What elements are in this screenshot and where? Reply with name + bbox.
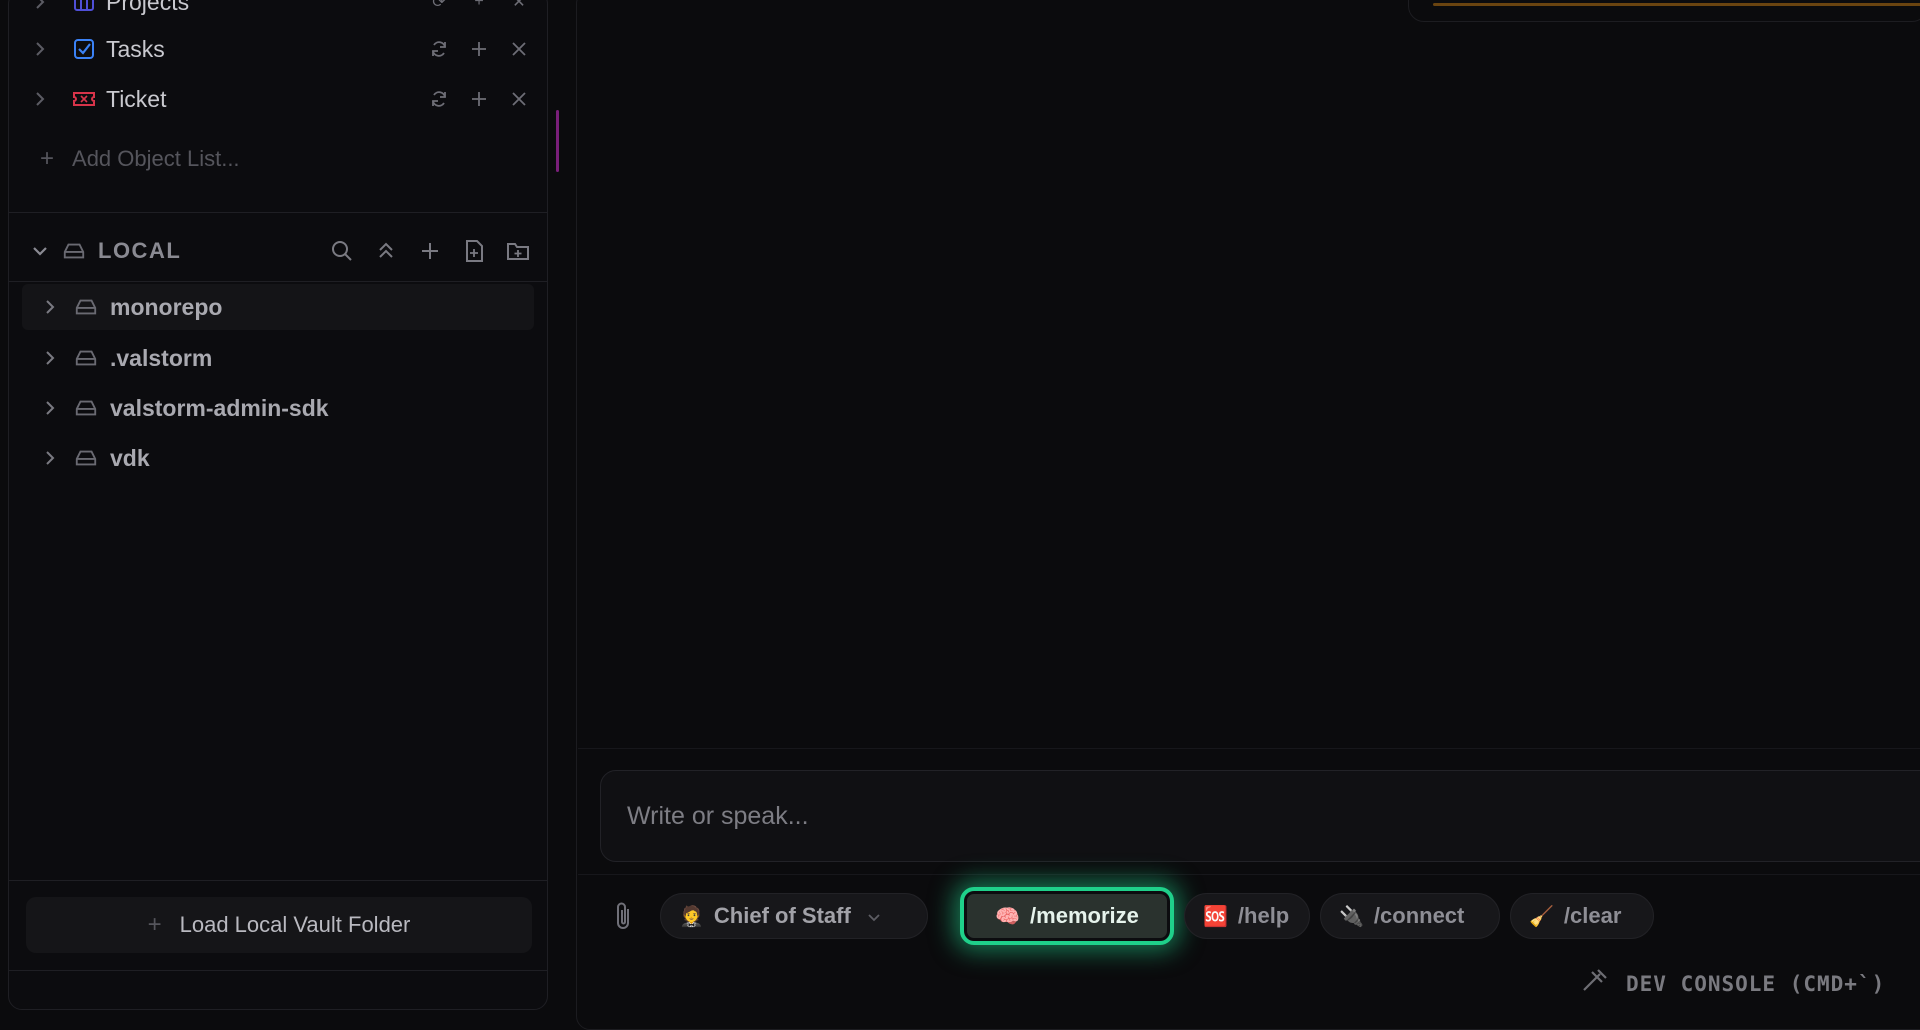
drive-icon (74, 346, 98, 370)
vault-folder-label: vdk (110, 444, 150, 471)
search-icon[interactable] (330, 239, 354, 263)
vault-folder-item[interactable]: monorepo (22, 284, 534, 330)
command-label: /help (1237, 903, 1290, 928)
divider (8, 880, 548, 881)
drive-icon (74, 396, 98, 420)
object-list-label: Tasks (106, 35, 165, 62)
plug-icon: 🔌 (1339, 905, 1364, 928)
drive-icon (74, 446, 98, 470)
agent-selector-label: Chief of Staff (713, 903, 851, 928)
plus-icon: + (147, 911, 162, 938)
chevron-right-icon[interactable] (30, 39, 50, 59)
close-icon[interactable] (508, 88, 530, 110)
vault-folder-label: monorepo (110, 293, 223, 320)
drive-icon (74, 295, 98, 319)
chat-panel (576, 0, 1920, 1030)
plus-icon: + (40, 145, 55, 172)
plus-icon[interactable] (468, 88, 490, 110)
add-object-list-button[interactable]: + Add Object List... (40, 145, 240, 173)
ticket-icon (72, 87, 96, 111)
chevron-right-icon[interactable] (40, 448, 60, 468)
chevron-down-icon (867, 903, 881, 929)
command-label: /connect (1373, 903, 1465, 928)
divider (8, 281, 548, 282)
refresh-icon[interactable]: ⟳ (428, 0, 450, 13)
agent-selector[interactable]: 🤵 Chief of Staff (660, 893, 928, 939)
refresh-icon[interactable] (428, 88, 450, 110)
message-card (1408, 0, 1920, 22)
dev-console-toggle[interactable]: DEV CONSOLE (CMD+`) (1580, 968, 1885, 999)
vault-folder-label: .valstorm (110, 344, 213, 371)
new-folder-icon[interactable] (506, 239, 530, 263)
add-object-list-label: Add Object List... (72, 146, 240, 171)
command-memorize-button[interactable]: 🧠 /memorize (960, 887, 1174, 945)
divider (8, 212, 548, 213)
message-input-placeholder: Write or speak... (627, 801, 809, 830)
object-list-item-tasks[interactable]: Tasks (30, 29, 530, 69)
local-section-title: LOCAL (98, 238, 182, 263)
close-icon[interactable] (508, 38, 530, 60)
plus-icon[interactable] (418, 239, 442, 263)
vault-folder-label: valstorm-admin-sdk (110, 394, 329, 421)
chevron-down-icon[interactable] (30, 241, 50, 261)
vault-folder-item[interactable]: .valstorm (22, 335, 534, 381)
scrollbar-thumb[interactable] (556, 110, 559, 172)
object-list-label: Ticket (106, 85, 167, 112)
chevron-right-icon[interactable] (30, 0, 50, 12)
new-file-icon[interactable] (462, 239, 486, 263)
refresh-icon[interactable] (428, 38, 450, 60)
chevron-right-icon[interactable] (40, 398, 60, 418)
chevron-right-icon[interactable] (40, 348, 60, 368)
sos-icon: 🆘 (1203, 905, 1228, 928)
load-local-vault-folder-label: Load Local Vault Folder (179, 912, 411, 937)
vault-folder-item[interactable]: valstorm-admin-sdk (22, 385, 534, 431)
chevron-right-icon[interactable] (40, 297, 60, 317)
broom-icon: 🧹 (1529, 905, 1554, 928)
plus-icon[interactable] (468, 38, 490, 60)
command-label: /memorize (1030, 903, 1139, 928)
divider (578, 748, 1920, 749)
close-icon[interactable]: ✕ (508, 0, 530, 13)
paperclip-icon[interactable] (608, 898, 638, 934)
command-clear-button[interactable]: 🧹 /clear (1510, 893, 1654, 939)
checkbox-icon (72, 37, 96, 61)
tools-icon (1580, 968, 1608, 999)
drive-icon (62, 239, 86, 263)
object-list-item-projects[interactable]: Projects ⟳ + ✕ (30, 0, 530, 22)
command-help-button[interactable]: 🆘 /help (1184, 893, 1310, 939)
collapse-all-icon[interactable] (374, 239, 398, 263)
command-label: /clear (1563, 903, 1622, 928)
object-list-item-ticket[interactable]: Ticket (30, 79, 530, 119)
vault-folder-item[interactable]: vdk (22, 435, 534, 481)
command-connect-button[interactable]: 🔌 /connect (1320, 893, 1500, 939)
plus-icon[interactable]: + (468, 0, 490, 13)
board-icon (72, 0, 96, 14)
load-local-vault-folder-button[interactable]: + Load Local Vault Folder (26, 897, 532, 953)
divider (8, 970, 548, 971)
brain-icon: 🧠 (995, 905, 1021, 928)
person-icon: 🤵 (679, 905, 704, 928)
chevron-right-icon[interactable] (30, 89, 50, 109)
local-section-header[interactable]: LOCAL (30, 233, 530, 269)
object-list-label: Projects (106, 0, 190, 15)
divider (578, 874, 1920, 875)
message-input[interactable]: Write or speak... (600, 770, 1920, 862)
dev-console-label: DEV CONSOLE (CMD+`) (1626, 971, 1886, 996)
